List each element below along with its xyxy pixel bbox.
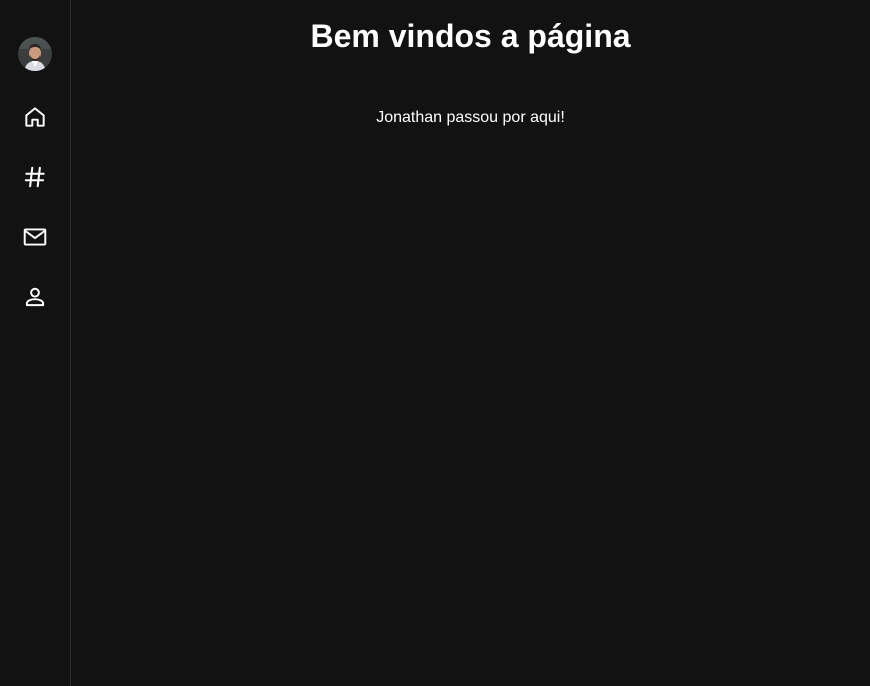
sidebar-nav: [15, 97, 55, 337]
sidebar: [0, 0, 71, 686]
sidebar-item-messages[interactable]: [15, 217, 55, 257]
visit-message: Jonathan passou por aqui!: [376, 109, 565, 126]
sidebar-item-explore[interactable]: [15, 157, 55, 197]
sidebar-item-home[interactable]: [15, 97, 55, 137]
sidebar-item-profile[interactable]: [15, 277, 55, 317]
hashtag-icon: [24, 166, 45, 188]
page-title: Bem vindos a página: [310, 18, 631, 54]
mail-icon: [23, 228, 47, 246]
main-content: Bem vindos a página Jonathan passou por …: [71, 0, 870, 686]
app-root: Bem vindos a página Jonathan passou por …: [0, 0, 870, 686]
avatar-image: [18, 37, 52, 71]
user-icon: [25, 287, 45, 307]
avatar[interactable]: [18, 37, 52, 71]
home-icon: [25, 107, 45, 127]
